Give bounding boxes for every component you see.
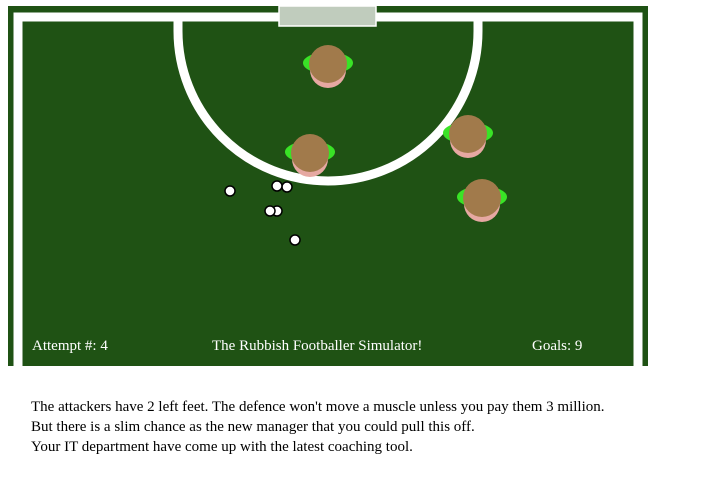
defender-head	[309, 45, 347, 83]
goals-counter: Goals: 9	[532, 337, 582, 355]
ball	[289, 234, 301, 246]
attempt-counter: Attempt #: 4	[32, 337, 108, 355]
goal	[278, 6, 377, 27]
attempt-value: 4	[100, 338, 108, 354]
attempt-label: Attempt #:	[32, 338, 97, 354]
story-line: Your IT department have come up with the…	[31, 439, 413, 455]
ball	[271, 180, 283, 192]
pitch-canvas[interactable]	[8, 6, 648, 366]
defender-head	[463, 179, 501, 217]
game-stage: Attempt #: 4 The Rubbish Footballer Simu…	[0, 0, 711, 484]
story-line: But there is a slim chance as the new ma…	[31, 419, 475, 435]
ball	[264, 205, 276, 217]
goals-value: 9	[574, 338, 583, 354]
ball	[281, 181, 293, 193]
defender-head	[291, 134, 329, 172]
defender-head	[449, 115, 487, 153]
story-line: The attackers have 2 left feet. The defe…	[31, 399, 605, 415]
football-pitch[interactable]	[8, 6, 648, 366]
game-title: The Rubbish Footballer Simulator!	[212, 338, 423, 354]
ball	[224, 185, 236, 197]
goals-label: Goals:	[532, 338, 572, 354]
story-text: The attackers have 2 left feet. The defe…	[31, 397, 605, 457]
